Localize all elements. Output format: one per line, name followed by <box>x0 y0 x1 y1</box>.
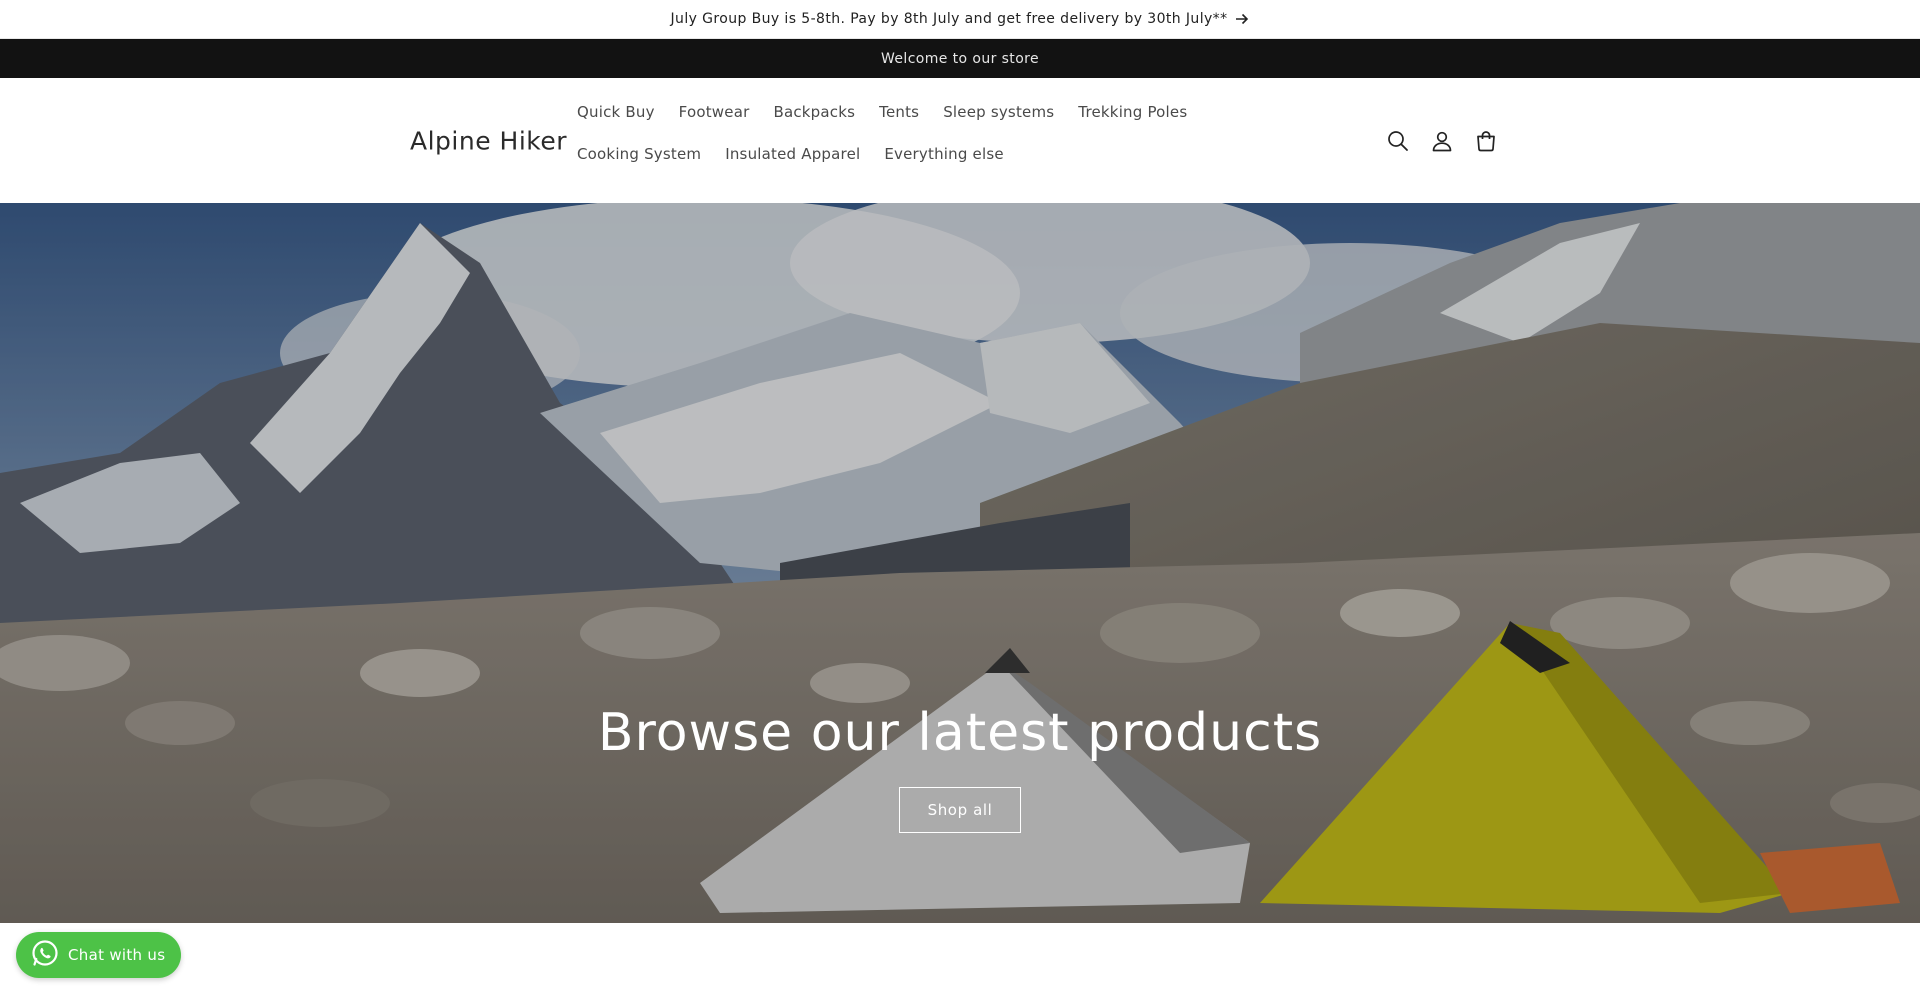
arrow-right-icon[interactable] <box>1235 13 1249 25</box>
nav-item-insulated-apparel[interactable]: Insulated Apparel <box>713 138 872 170</box>
nav-item-everything-else[interactable]: Everything else <box>872 138 1015 170</box>
account-icon[interactable] <box>1427 126 1457 156</box>
shop-all-button[interactable]: Shop all <box>899 787 1021 833</box>
chat-widget-label: Chat with us <box>68 946 166 964</box>
cart-icon[interactable] <box>1471 126 1501 156</box>
chat-widget-button[interactable]: Chat with us <box>16 932 182 978</box>
hero-banner: Browse our latest products Shop all <box>0 203 1920 923</box>
announcement-bar[interactable]: July Group Buy is 5-8th. Pay by 8th July… <box>0 0 1920 39</box>
nav-item-sleep-systems[interactable]: Sleep systems <box>931 96 1066 128</box>
nav-item-quick-buy[interactable]: Quick Buy <box>565 96 667 128</box>
nav-item-cooking-system[interactable]: Cooking System <box>565 138 713 170</box>
welcome-text: Welcome to our store <box>880 50 1040 67</box>
nav-item-trekking-poles[interactable]: Trekking Poles <box>1066 96 1199 128</box>
hero-title: Browse our latest products <box>597 703 1323 763</box>
main-nav: Quick Buy Footwear Backpacks Tents Sleep… <box>565 96 1265 170</box>
announcement-text[interactable]: July Group Buy is 5-8th. Pay by 8th July… <box>671 11 1228 27</box>
search-icon[interactable] <box>1383 126 1413 156</box>
nav-item-tents[interactable]: Tents <box>867 96 931 128</box>
nav-item-backpacks[interactable]: Backpacks <box>761 96 867 128</box>
header-icons <box>1383 126 1501 156</box>
site-header: Alpine Hiker Quick Buy Footwear Backpack… <box>0 78 1920 203</box>
whatsapp-icon <box>30 938 60 972</box>
welcome-bar: Welcome to our store <box>0 39 1920 78</box>
nav-item-footwear[interactable]: Footwear <box>667 96 762 128</box>
store-logo[interactable]: Alpine Hiker <box>410 126 567 155</box>
